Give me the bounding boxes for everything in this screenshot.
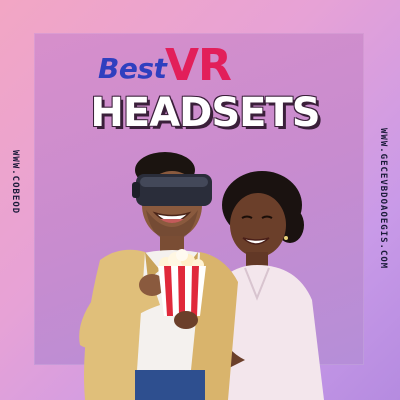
illustration <box>79 152 324 400</box>
vr-headset <box>132 174 212 206</box>
